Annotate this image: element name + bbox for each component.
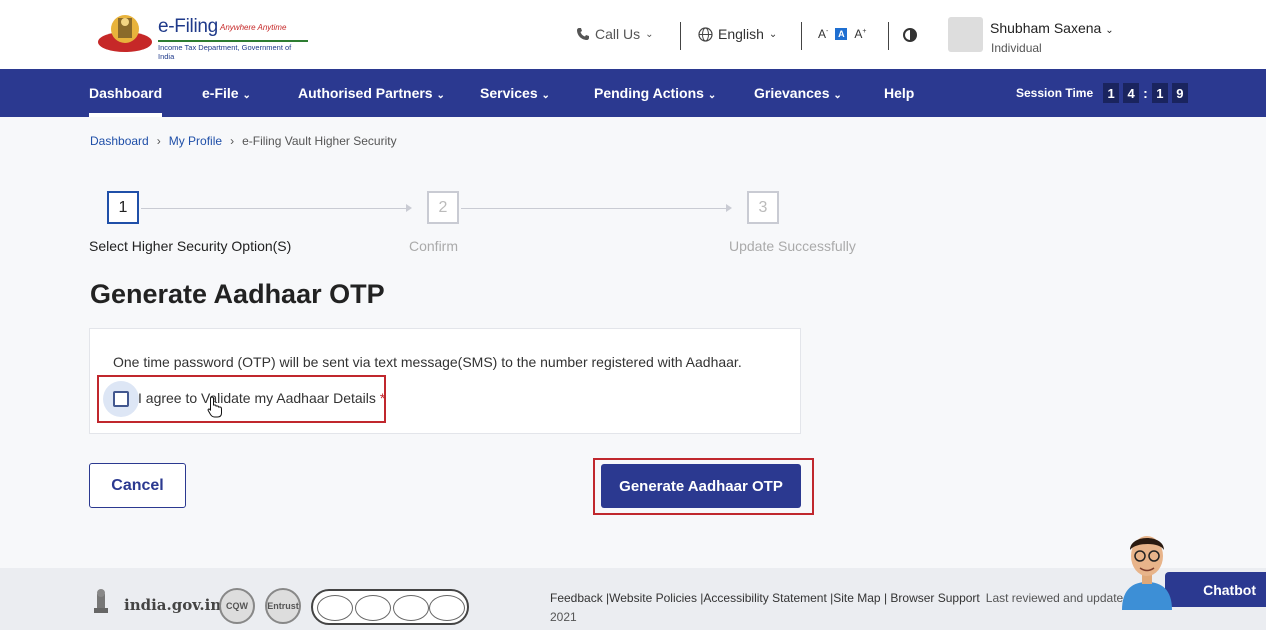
session-digit: 1 xyxy=(1103,83,1120,103)
nav-authorised-partners[interactable]: Authorised Partners ⌄ xyxy=(298,69,445,117)
language-dropdown[interactable]: English ⌄ xyxy=(698,26,777,42)
step-3-label: Update Successfully xyxy=(729,238,856,254)
breadcrumb-my-profile[interactable]: My Profile xyxy=(169,134,222,148)
globe-icon xyxy=(698,26,713,42)
session-timer: Session Time 1 4 : 1 9 xyxy=(1016,83,1188,103)
cancel-button[interactable]: Cancel xyxy=(89,463,186,508)
breadcrumb-current: e-Filing Vault Higher Security xyxy=(242,134,397,148)
session-digit: 9 xyxy=(1171,83,1188,103)
nav-grievances[interactable]: Grievances ⌄ xyxy=(754,69,842,117)
nav-help[interactable]: Help xyxy=(884,69,914,117)
iso-badge xyxy=(317,595,353,621)
call-us-dropdown[interactable]: Call Us ⌄ xyxy=(576,26,654,42)
nav-services[interactable]: Services ⌄ xyxy=(480,69,550,117)
step-connector xyxy=(141,208,407,209)
nav-pending-actions[interactable]: Pending Actions ⌄ xyxy=(594,69,716,117)
main-nav: Dashboard e-File ⌄ Authorised Partners ⌄… xyxy=(0,69,1266,117)
session-digit: 1 xyxy=(1151,83,1168,103)
nav-efile[interactable]: e-File ⌄ xyxy=(202,69,251,117)
india-gov-link[interactable]: india.gov.in xyxy=(124,596,221,614)
session-label: Session Time xyxy=(1016,86,1094,100)
font-decrease-button[interactable]: A- xyxy=(818,27,828,41)
step-1-indicator: 1 xyxy=(107,191,139,224)
chevron-down-icon: ⌄ xyxy=(541,90,550,101)
session-colon: : xyxy=(1143,85,1148,101)
divider xyxy=(888,22,889,50)
logo-title: e-Filing xyxy=(158,16,218,37)
font-normal-button[interactable]: A xyxy=(835,28,848,40)
iso-certification-badges xyxy=(311,589,469,625)
language-label: English xyxy=(718,26,764,42)
chevron-down-icon: ⌄ xyxy=(436,90,445,101)
chevron-down-icon: ⌄ xyxy=(833,90,842,101)
chevron-down-icon: ⌄ xyxy=(1105,25,1114,36)
step-2-indicator: 2 xyxy=(427,191,459,224)
footer-links[interactable]: Feedback |Website Policies |Accessibilit… xyxy=(550,591,1147,605)
agree-checkbox[interactable] xyxy=(113,391,129,407)
phone-icon xyxy=(577,28,589,40)
chevron-right-icon: › xyxy=(230,134,235,148)
font-increase-button[interactable]: A+ xyxy=(854,27,866,41)
breadcrumb-dashboard[interactable]: Dashboard xyxy=(90,134,149,148)
iso-badge xyxy=(429,595,465,621)
top-header: e-Filing Anywhere Anytime Income Tax Dep… xyxy=(0,0,1266,69)
avatar[interactable] xyxy=(948,17,983,52)
logo-subtitle: Income Tax Department, Government of Ind… xyxy=(158,40,308,61)
chevron-down-icon: ⌄ xyxy=(768,28,778,40)
iso-badge xyxy=(393,595,429,621)
hand-cursor-icon xyxy=(207,396,222,418)
divider xyxy=(680,22,681,50)
otp-info-text: One time password (OTP) will be sent via… xyxy=(113,354,742,370)
font-size-controls: A- A A+ xyxy=(818,27,866,41)
required-mark: * xyxy=(379,390,386,406)
entrust-badge: Entrust xyxy=(265,588,301,624)
step-connector xyxy=(461,208,727,209)
chatbot-avatar-icon[interactable] xyxy=(1118,526,1176,610)
logo-tagline: Anywhere Anytime xyxy=(220,23,287,32)
efiling-logo[interactable]: e-Filing Anywhere Anytime Income Tax Dep… xyxy=(96,12,311,61)
agree-label[interactable]: I agree to Validate my Aadhaar Details * xyxy=(138,390,385,406)
chevron-down-icon: ⌄ xyxy=(645,28,654,40)
call-us-label: Call Us xyxy=(595,26,641,42)
user-menu[interactable]: Shubham Saxena ⌄ xyxy=(990,20,1114,36)
chevron-right-icon: › xyxy=(156,134,161,148)
arrow-right-icon xyxy=(406,204,412,212)
arrow-right-icon xyxy=(726,204,732,212)
step-3-indicator: 3 xyxy=(747,191,779,224)
breadcrumb: Dashboard › My Profile › e-Filing Vault … xyxy=(90,134,397,148)
chevron-down-icon: ⌄ xyxy=(707,90,717,101)
chevron-down-icon: ⌄ xyxy=(242,90,251,101)
chatbot-button[interactable]: Chatbot xyxy=(1165,572,1266,607)
user-role: Individual xyxy=(991,41,1042,55)
cqw-badge: CQW xyxy=(219,588,255,624)
divider xyxy=(801,22,802,50)
national-emblem-icon xyxy=(94,589,108,613)
nav-dashboard[interactable]: Dashboard xyxy=(89,69,163,117)
contrast-toggle-icon[interactable] xyxy=(903,28,917,42)
generate-otp-button[interactable]: Generate Aadhaar OTP xyxy=(601,464,801,508)
session-digit: 4 xyxy=(1123,83,1140,103)
iso-badge xyxy=(355,595,391,621)
step-1-label: Select Higher Security Option(S) xyxy=(89,238,292,254)
emblem-icon xyxy=(98,15,152,52)
last-reviewed-year: 2021 xyxy=(550,610,577,624)
step-2-label: Confirm xyxy=(409,238,459,254)
page-title: Generate Aadhaar OTP xyxy=(90,279,385,309)
user-name: Shubham Saxena xyxy=(990,20,1102,36)
